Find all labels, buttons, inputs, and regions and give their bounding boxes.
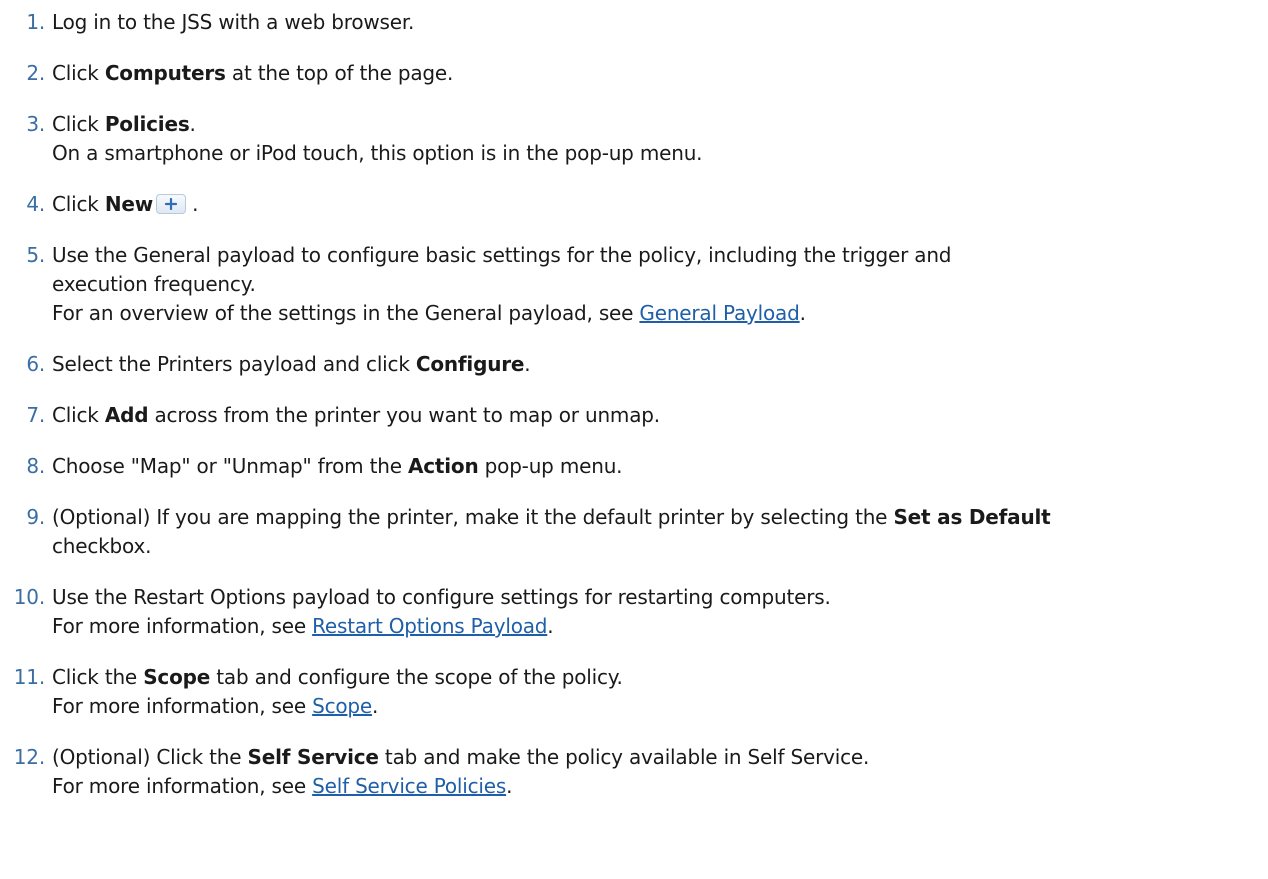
- step-number: 3.: [26, 112, 45, 136]
- step-number: 5.: [26, 243, 45, 267]
- step-number: 10.: [13, 585, 45, 609]
- step-text-continued: checkbox.: [52, 534, 152, 558]
- step-5: 5. Use the General payload to configure …: [0, 241, 1268, 328]
- step-number: 9.: [26, 505, 45, 529]
- step-number: 4.: [26, 192, 45, 216]
- step-7: 7. Click Add across from the printer you…: [0, 401, 1268, 430]
- ui-term-self-service: Self Service: [247, 745, 379, 769]
- step-text: Click New .: [52, 192, 199, 216]
- step-note: For more information, see Scope.: [52, 694, 379, 718]
- step-3: 3. Click Policies. On a smartphone or iP…: [0, 110, 1268, 168]
- step-text: Choose "Map" or "Unmap" from the Action …: [52, 454, 623, 478]
- step-4: 4. Click New .: [0, 190, 1268, 219]
- step-number: 8.: [26, 454, 45, 478]
- step-text-continued: execution frequency.: [52, 272, 256, 296]
- link-self-service-policies[interactable]: Self Service Policies: [312, 774, 506, 798]
- step-number: 11.: [13, 665, 45, 689]
- ui-term-computers: Computers: [104, 61, 226, 85]
- ui-term-policies: Policies: [104, 112, 190, 136]
- step-text: (Optional) If you are mapping the printe…: [52, 505, 1051, 529]
- ui-term-configure: Configure: [415, 352, 525, 376]
- step-9: 9. (Optional) If you are mapping the pri…: [0, 503, 1268, 561]
- step-number: 6.: [26, 352, 45, 376]
- step-text: Click Add across from the printer you wa…: [52, 403, 660, 427]
- step-number: 7.: [26, 403, 45, 427]
- step-text: (Optional) Click the Self Service tab an…: [52, 745, 870, 769]
- step-8: 8. Choose "Map" or "Unmap" from the Acti…: [0, 452, 1268, 481]
- step-11: 11. Click the Scope tab and configure th…: [0, 663, 1268, 721]
- step-text: Select the Printers payload and click Co…: [52, 352, 531, 376]
- link-general-payload[interactable]: General Payload: [639, 301, 799, 325]
- step-note: On a smartphone or iPod touch, this opti…: [52, 141, 703, 165]
- step-10: 10. Use the Restart Options payload to c…: [0, 583, 1268, 641]
- step-1: 1. Log in to the JSS with a web browser.: [0, 8, 1268, 37]
- ui-term-add: Add: [104, 403, 149, 427]
- step-number: 2.: [26, 61, 45, 85]
- step-number: 1.: [26, 10, 45, 34]
- step-note: For an overview of the settings in the G…: [52, 301, 806, 325]
- step-text: Click Policies.: [52, 112, 196, 136]
- ui-term-set-as-default: Set as Default: [893, 505, 1051, 529]
- step-text: Log in to the JSS with a web browser.: [52, 10, 415, 34]
- step-note: For more information, see Restart Option…: [52, 614, 554, 638]
- step-note: For more information, see Self Service P…: [52, 774, 513, 798]
- plus-icon: [156, 194, 187, 214]
- step-text: Use the Restart Options payload to confi…: [52, 585, 831, 609]
- link-scope[interactable]: Scope: [312, 694, 372, 718]
- procedure-steps: 1. Log in to the JSS with a web browser.…: [0, 0, 1268, 801]
- step-6: 6. Select the Printers payload and click…: [0, 350, 1268, 379]
- step-12: 12. (Optional) Click the Self Service ta…: [0, 743, 1268, 801]
- step-2: 2. Click Computers at the top of the pag…: [0, 59, 1268, 88]
- step-number: 12.: [13, 745, 45, 769]
- ui-term-action: Action: [407, 454, 479, 478]
- ui-term-scope: Scope: [143, 665, 211, 689]
- ui-term-new: New: [104, 192, 154, 216]
- step-text: Use the General payload to configure bas…: [52, 243, 952, 267]
- step-text: Click the Scope tab and configure the sc…: [52, 665, 623, 689]
- step-text: Click Computers at the top of the page.: [52, 61, 454, 85]
- link-restart-options-payload[interactable]: Restart Options Payload: [312, 614, 547, 638]
